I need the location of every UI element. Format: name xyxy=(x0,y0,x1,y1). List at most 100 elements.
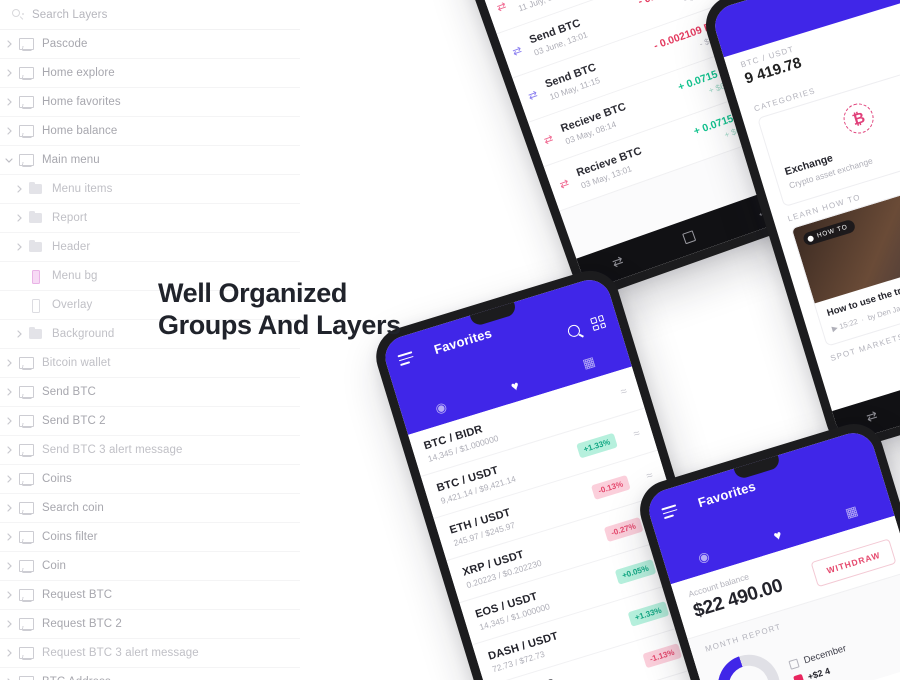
layer-row-send-btc-3-alert-message[interactable]: Send BTC 3 alert message xyxy=(0,436,300,465)
home-square-icon[interactable] xyxy=(682,229,697,244)
chevron-right-icon[interactable] xyxy=(10,185,28,193)
change-badge: +1.33% xyxy=(575,432,618,459)
layer-label: Menu bg xyxy=(52,270,98,282)
transfer-arrow-icon: ⇄ xyxy=(510,43,524,59)
artboard-icon xyxy=(18,588,35,603)
chevron-right-icon[interactable] xyxy=(0,562,18,570)
layer-row-report[interactable]: Report xyxy=(0,204,300,233)
chevron-right-icon[interactable] xyxy=(10,330,28,338)
layer-label: Coin xyxy=(42,560,67,572)
layer-label: Home favorites xyxy=(42,96,121,108)
artboard-icon xyxy=(18,66,35,81)
search-layers-row[interactable] xyxy=(0,0,300,30)
artboard-icon xyxy=(18,124,35,139)
artboard-icon xyxy=(18,559,35,574)
page-title: Well Organized Groups And Layers xyxy=(158,278,401,340)
layer-label: Overlay xyxy=(52,299,93,311)
chevron-right-icon[interactable] xyxy=(0,69,18,77)
layer-row-header[interactable]: Header xyxy=(0,233,300,262)
artboard-icon xyxy=(18,646,35,661)
chevron-right-icon[interactable] xyxy=(0,533,18,541)
howto-chip: HOW TO xyxy=(802,219,857,247)
screen-balance: Favorites ◉ ♥ ▦ Account balance $22 490.… xyxy=(643,427,900,680)
layer-label: BTC Address xyxy=(42,676,111,680)
layer-label: Main menu xyxy=(42,154,100,166)
layer-label: Menu items xyxy=(52,183,113,195)
layer-row-home-favorites[interactable]: Home favorites xyxy=(0,88,300,117)
layer-row-request-btc[interactable]: Request BTC xyxy=(0,581,300,610)
artboard-icon xyxy=(18,153,35,168)
layer-row-home-balance[interactable]: Home balance xyxy=(0,117,300,146)
tab-explore[interactable]: ◉ xyxy=(433,399,449,418)
layer-row-send-btc[interactable]: Send BTC xyxy=(0,378,300,407)
layer-row-coin[interactable]: Coin xyxy=(0,552,300,581)
tab-favorites[interactable]: ♥ xyxy=(509,377,521,394)
layer-row-coins[interactable]: Coins xyxy=(0,465,300,494)
layer-row-search-coin[interactable]: Search coin xyxy=(0,494,300,523)
artboard-icon xyxy=(18,617,35,632)
layer-label: Report xyxy=(52,212,88,224)
chevron-right-icon[interactable] xyxy=(0,359,18,367)
layer-row-home-explore[interactable]: Home explore xyxy=(0,59,300,88)
layer-label: Search coin xyxy=(42,502,104,514)
chevron-right-icon[interactable] xyxy=(0,388,18,396)
artboard-icon xyxy=(18,356,35,371)
menu-icon[interactable] xyxy=(397,351,415,367)
month-report-donut xyxy=(710,647,788,680)
qr-scan-icon[interactable] xyxy=(590,314,607,332)
search-icon xyxy=(12,8,24,21)
legend-swatch xyxy=(793,673,805,680)
layer-row-bitcoin-wallet[interactable]: Bitcoin wallet xyxy=(0,349,300,378)
chevron-right-icon[interactable] xyxy=(0,620,18,628)
rect-pink-icon xyxy=(28,269,45,284)
search-input[interactable] xyxy=(32,8,232,21)
chevron-right-icon[interactable] xyxy=(10,214,28,222)
artboard-icon xyxy=(18,414,35,429)
layer-row-pascode[interactable]: Pascode xyxy=(0,30,300,59)
tab-wallet[interactable]: ▦ xyxy=(843,503,859,522)
artboard-icon xyxy=(18,501,35,516)
layer-row-send-btc-2[interactable]: Send BTC 2 xyxy=(0,407,300,436)
sparkline-icon: ≈ xyxy=(619,384,629,399)
chevron-right-icon[interactable] xyxy=(0,446,18,454)
layer-row-request-btc-3-alert-message[interactable]: Request BTC 3 alert message xyxy=(0,639,300,668)
search-icon[interactable] xyxy=(566,322,584,338)
chevron-right-icon[interactable] xyxy=(0,127,18,135)
transfer-arrow-icon: ⇄ xyxy=(526,88,540,103)
chevron-right-icon[interactable] xyxy=(0,591,18,599)
transfer-arrow-icon: ⇄ xyxy=(495,0,508,14)
chevron-right-icon[interactable] xyxy=(0,40,18,48)
layer-label: Home balance xyxy=(42,125,118,137)
layer-row-coins-filter[interactable]: Coins filter xyxy=(0,523,300,552)
layer-row-request-btc-2[interactable]: Request BTC 2 xyxy=(0,610,300,639)
chevron-right-icon[interactable] xyxy=(0,649,18,657)
tab-favorites[interactable]: ♥ xyxy=(772,527,784,544)
howto-chip-label: HOW TO xyxy=(816,224,849,241)
layer-label: Header xyxy=(52,241,91,253)
chevron-right-icon[interactable] xyxy=(0,504,18,512)
chevron-right-icon[interactable] xyxy=(0,417,18,425)
chevron-right-icon[interactable] xyxy=(10,243,28,251)
recent-icon[interactable]: ⇄ xyxy=(864,407,879,425)
chevron-right-icon[interactable] xyxy=(0,475,18,483)
folder-icon xyxy=(28,326,45,342)
legend-value: +$2 4 xyxy=(806,665,832,680)
tab-wallet[interactable]: ▦ xyxy=(581,353,597,372)
chevron-down-icon[interactable] xyxy=(0,157,18,163)
change-badge: +0.05% xyxy=(614,558,657,585)
menu-icon[interactable] xyxy=(661,504,679,520)
recent-icon[interactable]: ⇄ xyxy=(610,253,626,272)
tab-explore[interactable]: ◉ xyxy=(696,548,712,567)
chevron-right-icon[interactable] xyxy=(0,98,18,106)
artboard-icon xyxy=(18,37,35,52)
transfer-arrow-icon: ⇄ xyxy=(557,176,571,192)
change-badge: -1.13% xyxy=(642,643,683,669)
folder-icon xyxy=(28,181,45,197)
rect-icon xyxy=(28,298,45,313)
layer-row-main-menu[interactable]: Main menu xyxy=(0,146,300,175)
layer-label: Home explore xyxy=(42,67,115,79)
layer-row-menu-items[interactable]: Menu items xyxy=(0,175,300,204)
layer-row-btc-address[interactable]: BTC Address xyxy=(0,668,300,680)
layer-label: Request BTC 2 xyxy=(42,618,122,630)
change-badge: +1.33% xyxy=(627,601,670,627)
